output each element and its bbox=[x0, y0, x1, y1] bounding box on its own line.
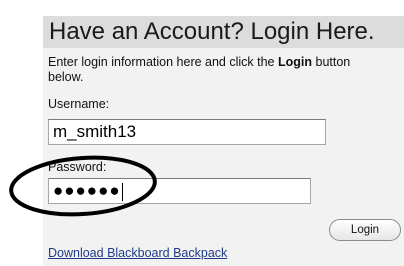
instructions-bold-login: Login bbox=[278, 55, 313, 69]
download-backpack-link[interactable]: Download Blackboard Backpack bbox=[48, 246, 227, 261]
text-caret bbox=[121, 182, 123, 201]
password-value: ●●●●●● bbox=[53, 181, 121, 200]
username-field[interactable]: m_smith13 bbox=[48, 119, 326, 145]
password-field[interactable]: ●●●●●● bbox=[48, 178, 311, 204]
password-label: Password: bbox=[48, 160, 107, 174]
username-label: Username: bbox=[48, 97, 110, 111]
login-header: Have an Account? Login Here. bbox=[43, 16, 404, 48]
username-value: m_smith13 bbox=[53, 122, 137, 141]
login-instructions: Enter login information here and click t… bbox=[48, 55, 378, 85]
login-title: Have an Account? Login Here. bbox=[49, 18, 375, 45]
instructions-text: Enter login information here and click t… bbox=[48, 55, 278, 69]
login-button[interactable]: Login bbox=[329, 219, 401, 241]
